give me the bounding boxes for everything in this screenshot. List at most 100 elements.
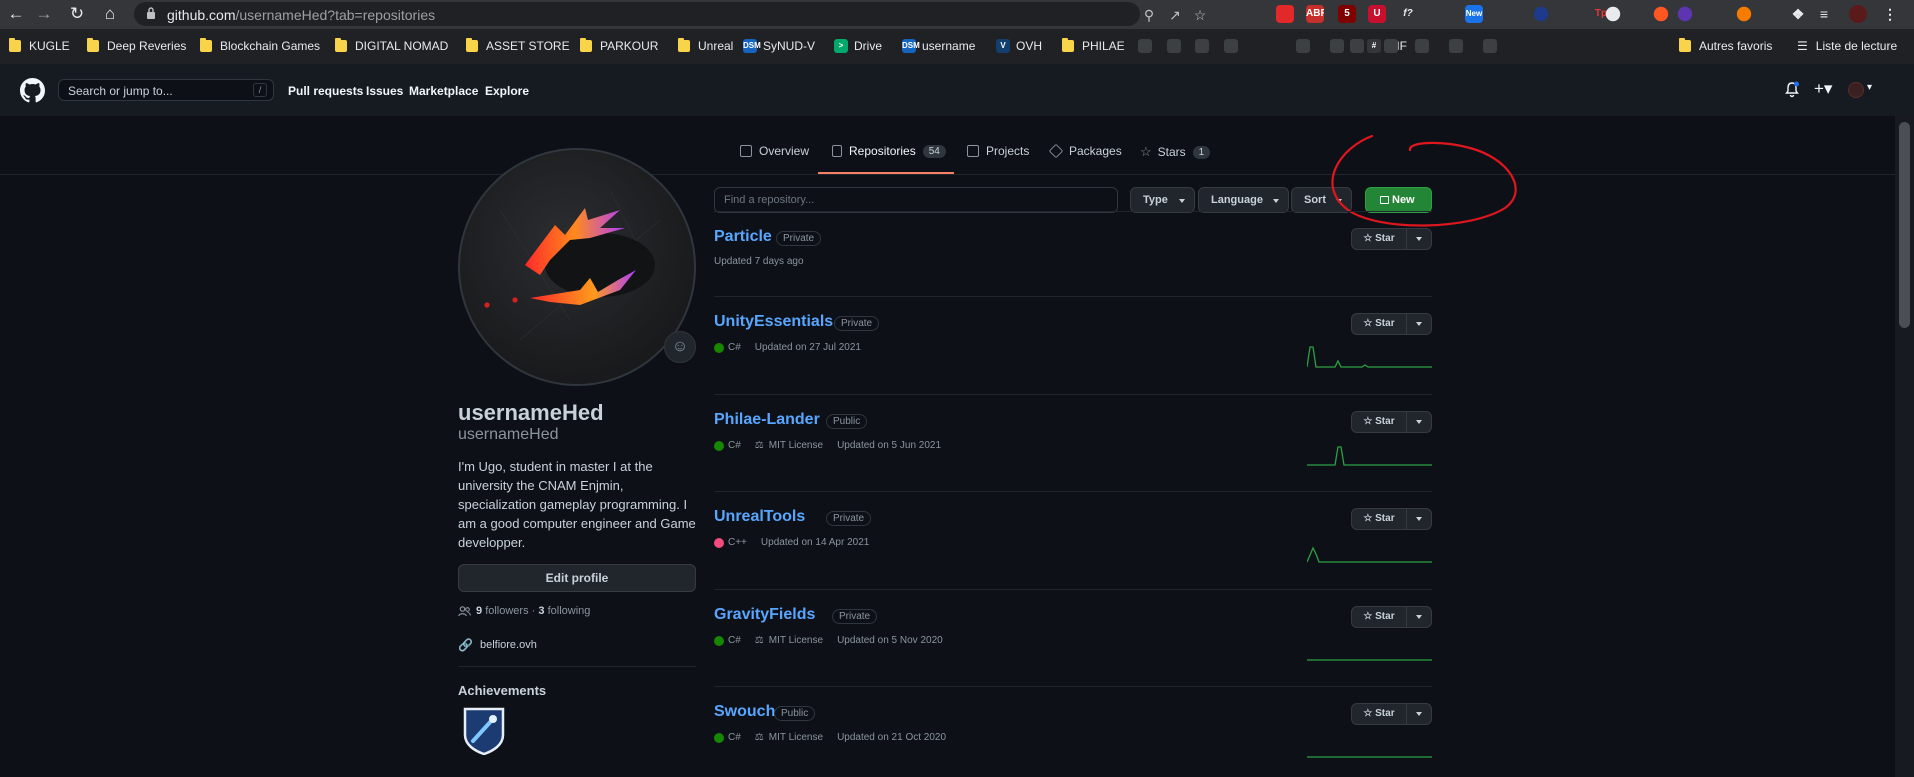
star-list-dropdown[interactable] xyxy=(1407,229,1431,249)
star-button-label[interactable]: ☆ Star xyxy=(1352,607,1407,627)
achievement-badge-icon[interactable] xyxy=(463,707,505,755)
find-repository-input[interactable] xyxy=(714,187,1118,213)
back-icon[interactable]: ← xyxy=(6,4,26,24)
star-list-dropdown[interactable] xyxy=(1407,607,1431,627)
star-button-label[interactable]: ☆ Star xyxy=(1352,412,1407,432)
browser-extension-icon[interactable] xyxy=(1763,6,1779,22)
star-button[interactable]: ☆ Star xyxy=(1351,508,1432,530)
star-button[interactable]: ☆ Star xyxy=(1351,703,1432,725)
tab-packages[interactable]: Packages xyxy=(1048,143,1122,159)
browser-extension-icon[interactable] xyxy=(1707,6,1723,22)
tab-repositories[interactable]: Repositories 54 xyxy=(832,144,946,158)
star-button-label[interactable]: ☆ Star xyxy=(1352,704,1407,724)
notifications-bell-icon[interactable] xyxy=(1784,81,1800,98)
star-list-dropdown[interactable] xyxy=(1407,704,1431,724)
repo-name-link[interactable]: GravityFields xyxy=(714,606,815,624)
bookmark-icon-only[interactable] xyxy=(1384,37,1404,55)
edit-profile-button[interactable]: Edit profile xyxy=(458,564,696,592)
bookmark-item[interactable]: Blockchain Games xyxy=(200,37,320,55)
browser-extension-icon[interactable] xyxy=(1509,6,1525,22)
browser-extension-icon[interactable] xyxy=(1677,6,1693,22)
browser-extension-icon[interactable] xyxy=(1736,6,1752,22)
reading-list[interactable]: ☰ Liste de lecture xyxy=(1797,37,1897,55)
bookmark-item[interactable]: PHILAE xyxy=(1062,37,1125,55)
type-filter-button[interactable]: Type xyxy=(1130,187,1195,213)
repo-name-link[interactable]: Philae-Lander xyxy=(714,411,820,429)
bookmark-item[interactable]: ASSET STORE xyxy=(466,37,570,55)
browser-extension-icon[interactable] xyxy=(1559,6,1575,22)
bookmark-icon-only[interactable] xyxy=(1415,37,1435,55)
u-ext-icon[interactable]: U xyxy=(1368,5,1386,23)
tab-overview[interactable]: Overview xyxy=(740,144,809,158)
tab-stars[interactable]: ☆ Stars 1 xyxy=(1140,144,1211,160)
share-icon[interactable]: ↗ xyxy=(1167,7,1183,23)
abp-ext-icon[interactable]: ABP xyxy=(1306,5,1324,23)
nav-marketplace[interactable]: Marketplace xyxy=(409,84,478,98)
star-button[interactable]: ☆ Star xyxy=(1351,606,1432,628)
scrollbar-thumb[interactable] xyxy=(1899,122,1910,328)
star-button[interactable]: ☆ Star xyxy=(1351,228,1432,250)
omnibox[interactable]: github.com/usernameHed?tab=repositories … xyxy=(134,2,1206,26)
fx-ext-icon[interactable]: f? xyxy=(1399,5,1417,23)
browser-extension-icon[interactable] xyxy=(1605,6,1621,22)
star-button-label[interactable]: ☆ Star xyxy=(1352,229,1407,249)
nav-explore[interactable]: Explore xyxy=(485,84,529,98)
bookmark-item[interactable]: Deep Reveries xyxy=(87,37,186,55)
star-list-dropdown[interactable] xyxy=(1407,509,1431,529)
browser-extension-icon[interactable] xyxy=(1629,6,1645,22)
star-list-dropdown[interactable] xyxy=(1407,314,1431,334)
star-button-label[interactable]: ☆ Star xyxy=(1352,509,1407,529)
language-filter-button[interactable]: Language xyxy=(1198,187,1289,213)
zoom-icon[interactable]: ⚲ xyxy=(1141,7,1157,23)
menu-dots-icon[interactable]: ⋮ xyxy=(1881,5,1899,23)
bookmark-star-icon[interactable]: ☆ xyxy=(1192,7,1208,23)
followers-link[interactable]: followers xyxy=(485,605,528,617)
repo-license[interactable]: ⚖ MIT License xyxy=(755,732,823,743)
home-icon[interactable]: ⌂ xyxy=(100,4,120,24)
repo-license[interactable]: ⚖ MIT License xyxy=(755,440,823,451)
bookmark-icon-only[interactable] xyxy=(1167,37,1187,55)
bookmark-item[interactable]: DSM SyNUD-V xyxy=(743,37,815,55)
repo-name-link[interactable]: Swouch xyxy=(714,703,775,721)
repo-name-link[interactable]: UnrealTools xyxy=(714,508,805,526)
repo-license[interactable]: ⚖ MIT License xyxy=(755,635,823,646)
browser-extension-icon[interactable] xyxy=(1251,6,1267,22)
star-list-dropdown[interactable] xyxy=(1407,412,1431,432)
bookmark-icon-only[interactable] xyxy=(1449,37,1469,55)
browser-extension-icon[interactable] xyxy=(1431,6,1447,22)
following-count[interactable]: 3 xyxy=(538,605,544,617)
github-search-input[interactable]: Search or jump to... / xyxy=(58,79,274,101)
bookmark-item[interactable]: KUGLE xyxy=(9,37,70,55)
ublock-ext-icon[interactable]: 5 xyxy=(1338,5,1356,23)
bookmark-icon-only[interactable] xyxy=(1296,37,1316,55)
new-ext-icon[interactable]: New xyxy=(1465,5,1483,23)
bookmark-item[interactable]: DSM username xyxy=(902,37,975,55)
bookmark-item[interactable]: V OVH xyxy=(996,37,1042,55)
find-repository-field[interactable] xyxy=(715,188,1117,212)
bookmark-item[interactable]: PARKOUR xyxy=(580,37,658,55)
followers-count[interactable]: 9 xyxy=(476,605,482,617)
bookmark-icon-only[interactable] xyxy=(1195,37,1215,55)
user-avatar-icon[interactable] xyxy=(1848,82,1864,98)
user-menu-caret-icon[interactable]: ▾ xyxy=(1867,82,1872,93)
star-button[interactable]: ☆ Star xyxy=(1351,411,1432,433)
repo-name-link[interactable]: UnityEssentials xyxy=(714,313,833,331)
browser-extension-icon[interactable] xyxy=(1533,6,1549,22)
bookmark-icon-only[interactable] xyxy=(1483,37,1503,55)
website-link[interactable]: belfiore.ovh xyxy=(480,639,537,651)
star-button[interactable]: ☆ Star xyxy=(1351,313,1432,335)
star-button-label[interactable]: ☆ Star xyxy=(1352,314,1407,334)
pdf-ext-icon[interactable] xyxy=(1276,5,1294,23)
following-link[interactable]: following xyxy=(548,605,591,617)
queue-icon[interactable]: ≡ xyxy=(1815,5,1833,23)
nav-issues[interactable]: Issues xyxy=(366,84,403,98)
nav-pull-requests[interactable]: Pull requests xyxy=(288,84,363,98)
bookmark-icon-only[interactable] xyxy=(1350,37,1370,55)
profile-avatar[interactable] xyxy=(458,148,696,386)
create-new-menu-icon[interactable]: +▾ xyxy=(1814,79,1832,99)
bookmark-item[interactable]: > Drive xyxy=(834,37,882,55)
browser-extension-icon[interactable] xyxy=(1653,6,1669,22)
bookmark-icon-only[interactable] xyxy=(1330,37,1350,55)
reload-icon[interactable]: ↻ xyxy=(67,4,87,24)
profile-avatar-icon[interactable] xyxy=(1849,5,1867,23)
